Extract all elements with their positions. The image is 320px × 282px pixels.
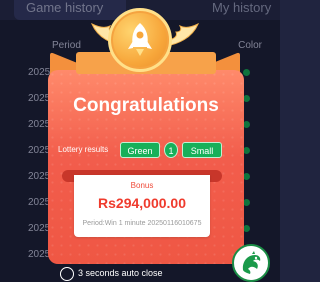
floating-dragon-button[interactable]	[232, 244, 270, 282]
bonus-label: Bonus	[130, 181, 154, 190]
autoclose-label: 3 seconds auto close	[78, 268, 163, 278]
bonus-period: Period:Win 1 minute 20250116010675	[82, 220, 202, 227]
autoclose-toggle[interactable]	[60, 267, 74, 281]
result-size-badge: Small	[182, 142, 222, 158]
rocket-icon	[128, 23, 152, 56]
congratulations-title: Congratulations	[73, 95, 219, 116]
result-color-badge: Green	[120, 142, 160, 158]
autoclose-text: 3 seconds auto close	[78, 268, 163, 278]
dragon-icon	[242, 251, 261, 274]
bonus-receipt: Bonus Rs294,000.00 Period:Win 1 minute 2…	[74, 175, 210, 237]
lottery-results-label: Lottery results	[58, 145, 109, 154]
bonus-amount: Rs294,000.00	[98, 195, 186, 211]
result-number-badge: 1	[164, 142, 178, 158]
lottery-results: Lottery results Green 1 Small	[56, 142, 236, 160]
rocket-medal	[108, 8, 172, 72]
